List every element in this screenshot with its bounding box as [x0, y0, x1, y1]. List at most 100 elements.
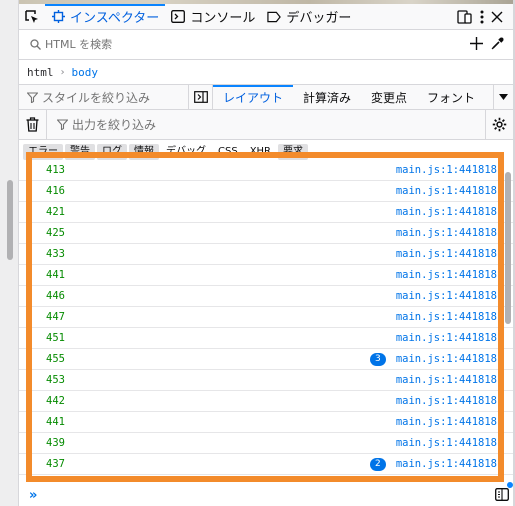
filter-icon: [27, 91, 38, 103]
tab-console[interactable]: コンソール: [165, 4, 261, 30]
sidebar-toggle-icon: [193, 91, 208, 103]
message-value: 425: [46, 227, 65, 239]
breadcrumb-item-body[interactable]: body: [72, 66, 99, 79]
message-value: 442: [46, 395, 65, 407]
devtools-panel: インスペクター コンソール デバッガー HTML を検索 html › body…: [19, 3, 513, 506]
toggle-sidebar-button[interactable]: [189, 85, 213, 109]
message-source-link[interactable]: main.js:1:441818: [396, 395, 513, 407]
console-message: 442 main.js:1:441818: [19, 391, 513, 412]
console-filter-chips: エラー 警告 ログ 情報 デバッグ CSS XHR 要求: [19, 140, 513, 160]
message-source-link[interactable]: main.js:1:441818: [396, 311, 513, 323]
close-devtools-button[interactable]: [491, 4, 503, 30]
console-message: 439 main.js:1:441818: [19, 433, 513, 454]
tab-layout[interactable]: レイアウト: [213, 85, 294, 109]
console-message: 425 main.js:1:441818: [19, 223, 513, 244]
output-filter-field[interactable]: 出力を絞り込み: [47, 116, 485, 133]
breadcrumb: html › body: [19, 60, 513, 85]
responsive-design-button[interactable]: [457, 4, 473, 30]
console-message: 455 3 main.js:1:441818: [19, 349, 513, 370]
console-message: 453 main.js:1:441818: [19, 370, 513, 391]
console-message: 437 2 main.js:1:441818: [19, 454, 513, 475]
message-value: 441: [46, 416, 65, 428]
console-settings-button[interactable]: [485, 109, 513, 140]
chip-warnings[interactable]: 警告: [65, 144, 95, 160]
console-message: 446 main.js:1:441818: [19, 286, 513, 307]
chip-logs[interactable]: ログ: [97, 144, 127, 160]
tab-changes[interactable]: 変更点: [361, 85, 417, 109]
html-search-input[interactable]: [45, 38, 470, 51]
tab-fonts[interactable]: フォント: [417, 85, 485, 109]
inspector-icon: [51, 10, 65, 24]
message-value: 413: [46, 164, 65, 176]
console-icon: [171, 10, 186, 24]
chip-xhr[interactable]: XHR: [245, 144, 276, 160]
console-message: 413 main.js:1:441818: [19, 160, 513, 181]
message-value: 447: [46, 311, 65, 323]
repeat-count-badge: 3: [369, 352, 386, 366]
message-source-link[interactable]: main.js:1:441818: [396, 332, 513, 344]
gear-icon: [492, 117, 507, 132]
html-search-bar: [19, 30, 513, 60]
repeat-count-badge: 2: [369, 457, 386, 471]
more-options-button[interactable]: [479, 4, 485, 30]
devtools-toolbar: インスペクター コンソール デバッガー: [19, 3, 513, 30]
tab-computed[interactable]: 計算済み: [293, 85, 361, 109]
left-scrollbar[interactable]: [0, 0, 19, 506]
filter-icon: [57, 119, 68, 130]
message-value: 453: [46, 374, 65, 386]
scroll-indicator-dot: [507, 482, 513, 488]
left-scrollbar-thumb[interactable]: [7, 180, 13, 260]
console-toolbar: 出力を絞り込み: [19, 109, 513, 140]
console-input-row[interactable]: »: [19, 485, 513, 506]
add-node-button[interactable]: [470, 36, 483, 53]
message-value: 451: [46, 332, 65, 344]
element-picker-icon: [25, 9, 38, 23]
message-source-link[interactable]: main.js:1:441818: [396, 269, 513, 281]
editor-mode-button[interactable]: [495, 487, 509, 504]
clear-console-button[interactable]: [19, 109, 47, 140]
chip-info[interactable]: 情報: [129, 144, 159, 160]
console-output: 413 main.js:1:441818 416 main.js:1:441818 42…: [19, 160, 513, 485]
console-scrollbar-thumb[interactable]: [505, 172, 511, 324]
console-message: 421 main.js:1:441818: [19, 202, 513, 223]
message-source-link[interactable]: main.js:1:441818: [396, 164, 513, 176]
tab-debugger[interactable]: デバッガー: [261, 4, 357, 30]
message-value: 416: [46, 185, 65, 197]
console-prompt-icon: »: [29, 488, 38, 503]
breadcrumb-separator-icon: ›: [59, 66, 66, 78]
responsive-design-icon: [457, 9, 472, 24]
chevron-down-icon: [499, 94, 508, 100]
chip-errors[interactable]: エラー: [23, 144, 63, 160]
style-filter-field[interactable]: スタイルを絞り込み: [19, 85, 189, 109]
tab-inspector[interactable]: インスペクター: [45, 3, 166, 30]
tab-label: デバッガー: [286, 11, 352, 26]
breadcrumb-item-html[interactable]: html: [27, 66, 54, 79]
message-source-link[interactable]: main.js:1:441818: [396, 458, 513, 470]
chip-css[interactable]: CSS: [213, 144, 243, 160]
message-source-link[interactable]: main.js:1:441818: [396, 353, 513, 365]
message-source-link[interactable]: main.js:1:441818: [396, 290, 513, 302]
console-message: 447 main.js:1:441818: [19, 307, 513, 328]
message-value: 446: [46, 290, 65, 302]
message-source-link[interactable]: main.js:1:441818: [396, 437, 513, 449]
message-source-link[interactable]: main.js:1:441818: [396, 227, 513, 239]
rules-sidebar-header: スタイルを絞り込み レイアウト 計算済み 変更点 フォント: [19, 85, 513, 110]
close-icon: [491, 11, 503, 22]
message-source-link[interactable]: main.js:1:441818: [396, 416, 513, 428]
console-message: 441 main.js:1:441818: [19, 265, 513, 286]
message-source-link[interactable]: main.js:1:441818: [396, 248, 513, 260]
more-tabs-button[interactable]: [493, 85, 513, 109]
console-message: 416 main.js:1:441818: [19, 181, 513, 202]
message-value: 421: [46, 206, 65, 218]
split-editor-icon: [495, 487, 509, 501]
message-source-link[interactable]: main.js:1:441818: [396, 206, 513, 218]
message-value: 441: [46, 269, 65, 281]
eyedropper-button[interactable]: [491, 36, 505, 53]
message-source-link[interactable]: main.js:1:441818: [396, 185, 513, 197]
search-icon: [25, 39, 45, 50]
element-picker-button[interactable]: [19, 4, 45, 30]
chip-debug[interactable]: デバッグ: [161, 144, 211, 160]
message-value: 433: [46, 248, 65, 260]
chip-requests[interactable]: 要求: [278, 144, 309, 160]
message-source-link[interactable]: main.js:1:441818: [396, 374, 513, 386]
